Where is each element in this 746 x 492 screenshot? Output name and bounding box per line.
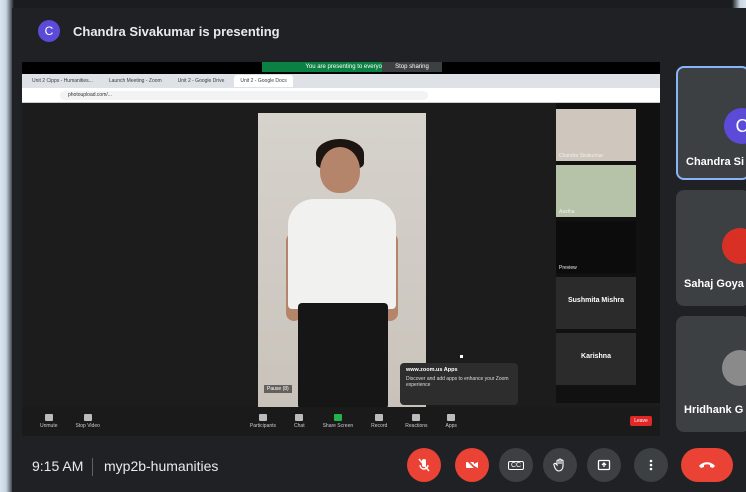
speaker-skirt (298, 303, 388, 409)
avatar: C (724, 108, 746, 144)
zoom-share-button[interactable]: Share Screen (323, 414, 353, 429)
present-icon (597, 459, 611, 471)
participant-tile[interactable]: Hridhank G (676, 316, 746, 432)
notification-title: www.zoom.us Apps (406, 367, 458, 373)
avatar (722, 228, 746, 264)
browser-address-bar: photoupload.com/... (22, 88, 660, 103)
apps-icon (447, 414, 456, 421)
zoom-tile-name: Preview (559, 265, 577, 271)
zoom-apps-button[interactable]: Apps (446, 414, 457, 429)
speaker-shirt (288, 199, 396, 309)
reactions-icon (412, 414, 421, 421)
more-icon (649, 459, 653, 471)
participant-name: Hridhank G (684, 404, 744, 416)
mic-off-icon (418, 458, 430, 472)
participant-name: Sahaj Goya (684, 278, 744, 290)
presenter-avatar: C (38, 20, 60, 42)
zoom-tile[interactable]: Chandra Sivakumar (556, 109, 636, 161)
speaker-head (320, 147, 360, 193)
mic-icon (44, 414, 53, 421)
participant-name: Chandra Si (686, 156, 745, 168)
record-icon (375, 414, 384, 421)
zoom-tile[interactable]: Preview (556, 221, 636, 273)
hand-icon (553, 458, 564, 472)
meeting-name: myp2b-humanities (104, 458, 219, 474)
presenting-bar: C Chandra Sivakumar is presenting (12, 9, 668, 53)
captions-button[interactable]: CC (499, 448, 533, 482)
share-icon (333, 414, 342, 421)
stop-sharing-button[interactable]: Stop sharing (382, 62, 442, 72)
browser-tabbar: Unit 2 Cipps - Humanities... Launch Meet… (22, 74, 660, 88)
present-now-button[interactable] (587, 448, 621, 482)
divider (92, 458, 93, 476)
zoom-tile-name: Chandra Sivakumar (559, 153, 604, 159)
captions-icon: CC (507, 460, 525, 470)
camera-off-icon (465, 458, 479, 472)
video-icon (83, 414, 92, 421)
zoom-tile-name: Karishna (581, 353, 611, 360)
raise-hand-button[interactable] (543, 448, 577, 482)
zoom-leave-button[interactable]: Leave (630, 416, 652, 426)
chat-icon (295, 414, 304, 421)
browser-tab[interactable]: Unit 2 - Google Drive (172, 75, 231, 87)
zoom-gallery: Chandra Sivakumar Aastha Preview Sushmit… (556, 103, 660, 403)
participant-tile[interactable]: Sahaj Goya (676, 190, 746, 306)
zoom-record-button[interactable]: Record (371, 414, 387, 429)
avatar (722, 350, 746, 386)
clock: 9:15 AM (32, 458, 84, 474)
zoom-reactions-button[interactable]: Reactions (405, 414, 428, 429)
presenting-label: Chandra Sivakumar is presenting (73, 23, 280, 39)
mouse-cursor (460, 355, 463, 358)
more-options-button[interactable] (634, 448, 668, 482)
end-call-button[interactable] (681, 448, 733, 482)
zoom-tile[interactable]: Sushmita Mishra (556, 277, 636, 329)
participant-tile[interactable]: C Chandra Si (676, 66, 746, 180)
zoom-tile[interactable]: Aastha (556, 165, 636, 217)
mic-toggle-button[interactable] (407, 448, 441, 482)
zoom-video-button[interactable]: Stop Video (76, 414, 100, 429)
shared-screen[interactable]: You are presenting to everyone Stop shar… (22, 62, 660, 436)
zoom-window: Pause (8) Chandra Sivakumar Aastha Previ… (22, 103, 660, 436)
pause-label: Pause (8) (264, 385, 292, 393)
camera-toggle-button[interactable] (455, 448, 489, 482)
url-field[interactable]: photoupload.com/... (60, 90, 428, 100)
zoom-tile-name: Sushmita Mishra (567, 297, 624, 304)
zoom-chat-button[interactable]: Chat (294, 414, 305, 429)
zoom-tile-name: Aastha (559, 209, 575, 215)
end-call-icon (699, 462, 715, 468)
zoom-toolbar: Unmute Stop Video Participants Chat Shar… (22, 407, 660, 436)
browser-tab[interactable]: Launch Meeting - Zoom (103, 75, 168, 87)
zoom-apps-notification[interactable]: www.zoom.us Apps Discover and add apps t… (400, 363, 518, 405)
notification-body: Discover and add apps to enhance your Zo… (406, 376, 509, 388)
zoom-unmute-button[interactable]: Unmute (40, 414, 58, 429)
people-icon (258, 414, 267, 421)
zoom-participants-button[interactable]: Participants (250, 414, 276, 429)
browser-tab[interactable]: Unit 2 Cipps - Humanities... (26, 75, 99, 87)
zoom-tile[interactable]: Karishna (556, 333, 636, 385)
browser-tab-active[interactable]: Unit 2 - Google Docs (234, 75, 293, 87)
